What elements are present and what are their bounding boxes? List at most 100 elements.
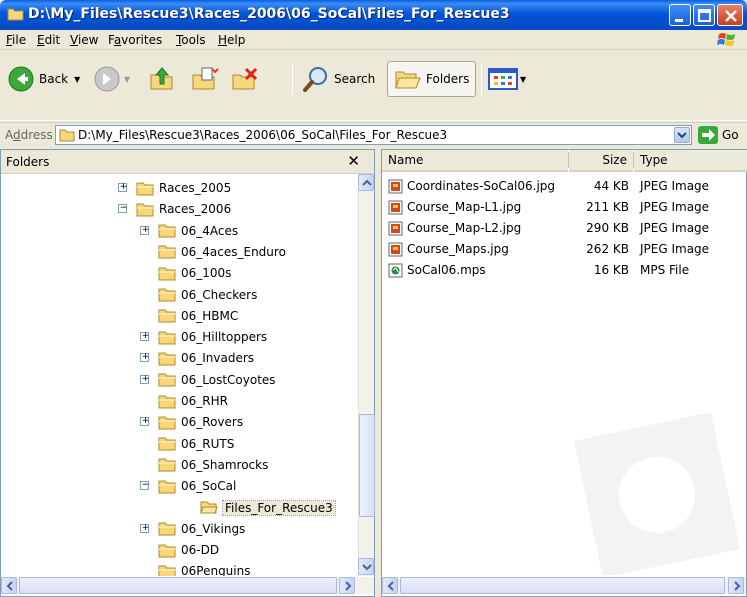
scroll-right-button[interactable] bbox=[728, 577, 744, 594]
folder-tree[interactable]: + Races_2005 − Races_2006 +06_4Aces 06_4aces_… bbox=[1, 174, 358, 576]
tree-item-label: 06_4Aces bbox=[181, 223, 239, 238]
folders-button[interactable]: Folders bbox=[387, 61, 477, 97]
folders-horizontal-scrollbar[interactable] bbox=[1, 577, 374, 594]
collapse-icon[interactable]: − bbox=[118, 203, 127, 214]
tree-item[interactable]: 06_4aces_Enduro bbox=[158, 242, 286, 262]
expand-icon[interactable]: + bbox=[140, 352, 150, 363]
menu-tools[interactable]: Tools bbox=[176, 33, 206, 47]
tree-item-label: 06_Hilltoppers bbox=[181, 330, 268, 345]
tree-item[interactable]: +06_4Aces bbox=[140, 221, 239, 241]
collapse-icon[interactable]: − bbox=[140, 480, 149, 491]
window-title: D:\My_Files\Rescue3\Races_2006\06_SoCal\… bbox=[28, 6, 510, 22]
go-arrow-icon bbox=[698, 126, 718, 144]
tree-item[interactable]: +06_LostCoyotes bbox=[140, 370, 276, 390]
scroll-left-button[interactable] bbox=[382, 577, 398, 594]
file-row[interactable]: Course_Map-L2.jpg 290 KB JPEG Image bbox=[382, 218, 747, 239]
go-label: Go bbox=[722, 128, 739, 142]
menu-help[interactable]: Help bbox=[218, 33, 245, 47]
tree-item[interactable]: 06_100s bbox=[158, 263, 231, 283]
back-button[interactable]: Back ▼ bbox=[8, 61, 80, 97]
up-folder-button[interactable] bbox=[148, 61, 176, 97]
back-dropdown-icon[interactable]: ▼ bbox=[74, 75, 80, 84]
expand-icon[interactable]: + bbox=[140, 331, 149, 342]
folder-icon bbox=[158, 480, 176, 494]
file-row[interactable]: Coordinates-SoCal06.jpg 44 KB JPEG Image bbox=[382, 176, 747, 197]
expander-glyph: + bbox=[141, 352, 150, 363]
forward-button[interactable]: ▼ bbox=[94, 61, 130, 97]
tree-item[interactable]: +06_Rovers bbox=[140, 412, 243, 432]
views-dropdown-icon[interactable]: ▼ bbox=[520, 75, 526, 84]
address-label: Address bbox=[5, 128, 53, 142]
tree-item[interactable]: − 06_SoCal bbox=[140, 476, 236, 496]
column-header-type[interactable]: Type bbox=[634, 150, 747, 172]
expand-icon[interactable]: + bbox=[140, 224, 150, 235]
tree-item[interactable]: 06_Checkers bbox=[158, 285, 257, 305]
tree-item-label: 06_Invaders bbox=[181, 351, 255, 366]
menu-view[interactable]: View bbox=[70, 33, 98, 47]
menu-tools-label: ools bbox=[181, 33, 206, 47]
files-horizontal-scrollbar[interactable] bbox=[382, 577, 746, 594]
tree-item[interactable]: 06_HBMC bbox=[158, 306, 238, 326]
search-button[interactable]: Search bbox=[301, 61, 375, 97]
address-input[interactable]: D:\My_Files\Rescue3\Races_2006\06_SoCal\… bbox=[55, 125, 692, 145]
menu-edit[interactable]: Edit bbox=[37, 33, 60, 47]
close-icon bbox=[725, 10, 737, 22]
tree-item[interactable]: 06_Shamrocks bbox=[158, 455, 268, 475]
copy-to-icon bbox=[192, 67, 219, 90]
chevron-left-icon bbox=[387, 581, 394, 591]
tree-item[interactable]: − Races_2006 bbox=[118, 199, 231, 219]
file-row[interactable]: Course_Maps.jpg 262 KB JPEG Image bbox=[382, 239, 747, 260]
tree-item[interactable]: + Races_2005 bbox=[118, 178, 231, 198]
menu-favorites[interactable]: Favorites bbox=[108, 33, 162, 47]
horizontal-scroll-thumb[interactable] bbox=[400, 577, 725, 594]
address-label-accel: d bbox=[13, 128, 21, 142]
views-button[interactable]: ▼ bbox=[488, 61, 526, 97]
expand-icon[interactable]: + bbox=[140, 523, 149, 533]
tree-item[interactable]: 06-DD bbox=[158, 540, 219, 560]
maximize-button[interactable] bbox=[693, 4, 715, 26]
close-button[interactable] bbox=[717, 4, 743, 26]
chevron-up-icon bbox=[362, 179, 372, 186]
tree-item[interactable]: 06Penguins bbox=[158, 561, 250, 576]
folders-vertical-scrollbar[interactable] bbox=[358, 174, 375, 576]
tree-item[interactable]: +06_Hilltoppers bbox=[140, 327, 268, 347]
toolbar: Back ▼ ▼ Search Folders ▼ bbox=[0, 51, 747, 121]
minimize-button[interactable] bbox=[669, 4, 691, 26]
menu-file[interactable]: File bbox=[6, 33, 26, 47]
expand-icon[interactable]: + bbox=[140, 416, 149, 427]
copy-to-button[interactable] bbox=[190, 61, 220, 97]
scroll-left-button[interactable] bbox=[1, 577, 17, 594]
horizontal-scroll-thumb[interactable] bbox=[19, 577, 337, 594]
expand-icon[interactable]: + bbox=[118, 182, 127, 192]
forward-dropdown-icon[interactable]: ▼ bbox=[124, 75, 130, 84]
folders-icon bbox=[395, 71, 421, 89]
menu-favorites-label: vorites bbox=[121, 33, 163, 47]
tree-item-label: 06Penguins bbox=[181, 564, 251, 576]
expander-glyph: + bbox=[141, 224, 150, 235]
close-pane-icon[interactable]: ✕ bbox=[347, 152, 360, 170]
file-type: JPEG Image bbox=[640, 179, 710, 193]
tree-item[interactable]: +06_Invaders bbox=[140, 348, 255, 368]
expand-icon[interactable]: + bbox=[140, 374, 149, 384]
scroll-down-button[interactable] bbox=[358, 558, 374, 575]
file-row[interactable]: Course_Map-L1.jpg 211 KB JPEG Image bbox=[382, 197, 747, 218]
title-bar[interactable]: D:\My_Files\Rescue3\Races_2006\06_SoCal\… bbox=[0, 0, 747, 30]
menu-view-accel: V bbox=[70, 33, 78, 47]
column-header-size[interactable]: Size bbox=[569, 150, 633, 172]
tree-item[interactable]: 06_RUTS bbox=[158, 434, 234, 454]
tree-item[interactable]: +06_Vikings bbox=[140, 519, 245, 539]
file-row[interactable]: SoCal06.mps 16 KB MPS File bbox=[382, 260, 747, 281]
address-dropdown-button[interactable] bbox=[674, 127, 690, 143]
go-button[interactable]: Go bbox=[698, 126, 739, 144]
tree-item[interactable]: Files_For_Rescue3 bbox=[200, 498, 336, 518]
tree-item-label: 06_RUTS bbox=[181, 436, 235, 451]
scroll-thumb[interactable] bbox=[359, 414, 375, 517]
file-type: JPEG Image bbox=[640, 200, 710, 214]
delete-button[interactable] bbox=[230, 61, 260, 97]
tree-item[interactable]: 06_RHR bbox=[158, 391, 228, 411]
scroll-right-button[interactable] bbox=[339, 577, 355, 594]
column-header-name[interactable]: Name bbox=[382, 150, 568, 172]
scroll-up-button[interactable] bbox=[358, 174, 374, 191]
folders-pane-header: Folders ✕ bbox=[1, 150, 374, 174]
folder-icon bbox=[158, 544, 176, 558]
